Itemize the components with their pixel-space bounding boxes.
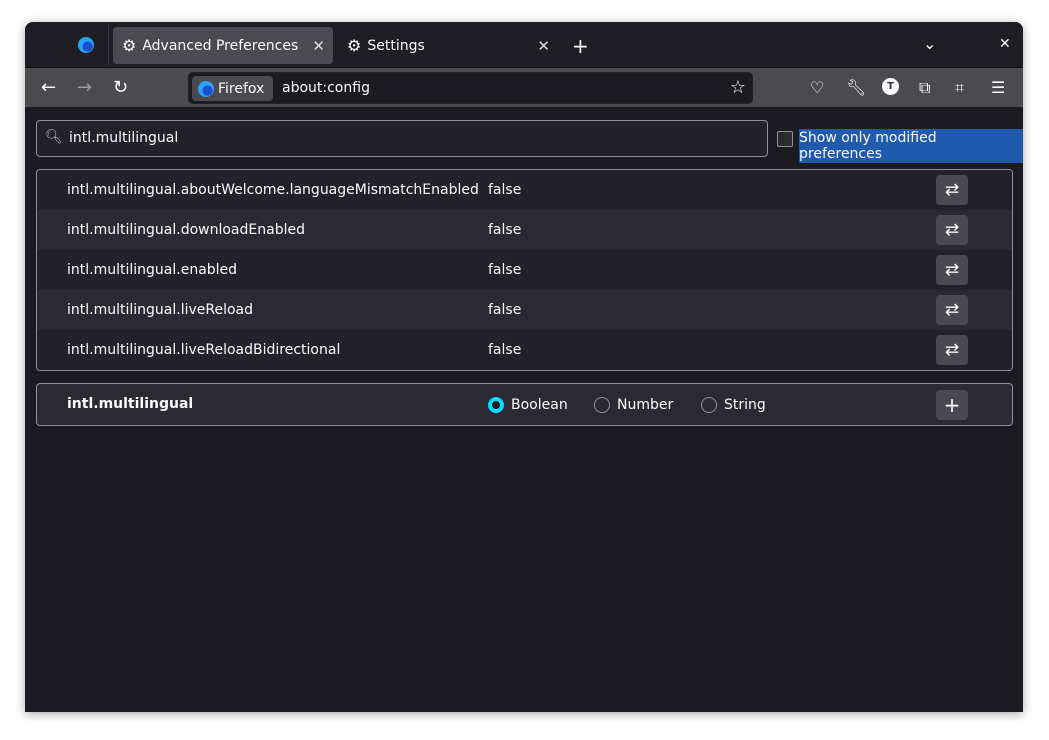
pref-name: intl.multilingual.enabled (67, 262, 238, 278)
extensions-puzzle-icon[interactable]: ⧉ (919, 78, 930, 98)
browser-window: ⚙ Advanced Preferences ✕ ⚙ Settings ✕ + … (25, 22, 1023, 712)
close-tab-icon[interactable]: ✕ (312, 37, 325, 55)
pref-value: false (488, 182, 522, 198)
pocket-icon[interactable]: ♡ (810, 78, 824, 97)
firefox-logo-icon (198, 80, 214, 97)
radio-boolean[interactable]: Boolean (488, 397, 568, 413)
radio-label: Boolean (511, 397, 568, 413)
toggle-button[interactable]: ⇄ (936, 295, 968, 325)
table-row: intl.multilingual.liveReloadBidirectiona… (37, 330, 1012, 370)
radio-number[interactable]: Number (594, 397, 673, 413)
table-row: intl.multilingual.aboutWelcome.languageM… (37, 170, 1012, 210)
radio-string[interactable]: String (701, 397, 766, 413)
firefox-logo-icon (78, 37, 94, 53)
wrench-icon[interactable]: 🔧︎ (846, 78, 866, 97)
search-input[interactable]: 🔍︎ intl.multilingual (36, 120, 768, 157)
tab-label: Settings (367, 37, 425, 54)
tab-label: Advanced Preferences (142, 37, 299, 54)
toggle-button[interactable]: ⇄ (936, 175, 968, 205)
pref-name: intl.multilingual.liveReloadBidirectiona… (67, 342, 341, 358)
show-modified-checkbox[interactable] (777, 131, 793, 147)
radio-label: Number (617, 397, 674, 413)
toggle-button[interactable]: ⇄ (936, 255, 968, 285)
pref-name: intl.multilingual.downloadEnabled (67, 222, 305, 238)
gear-icon: ⚙ (347, 36, 362, 55)
pref-value: false (488, 222, 522, 238)
tab-advanced-preferences[interactable]: ⚙ Advanced Preferences ✕ (113, 27, 333, 64)
gear-icon: ⚙ (122, 36, 137, 55)
toggle-button[interactable]: ⇄ (936, 215, 968, 245)
pref-value: false (488, 262, 522, 278)
url-bar[interactable]: Firefox about:config ☆ (188, 72, 753, 104)
search-value: intl.multilingual (69, 130, 179, 146)
divider (108, 25, 109, 65)
account-avatar[interactable]: T (882, 78, 899, 95)
reload-button[interactable]: ↻ (113, 77, 128, 98)
toggle-button[interactable]: ⇄ (936, 335, 968, 365)
screenshot-crop-icon[interactable]: ⌗ (955, 78, 964, 98)
radio-circle[interactable] (488, 397, 504, 413)
nav-toolbar: ← → ↻ Firefox about:config ☆ ♡ 🔧︎ T ⧉ ⌗ … (25, 67, 1023, 107)
table-row: intl.multilingual.enabled false ⇄ (37, 250, 1012, 290)
tab-bar: ⚙ Advanced Preferences ✕ ⚙ Settings ✕ + … (25, 22, 1023, 67)
identity-box[interactable]: Firefox (192, 76, 273, 101)
back-button[interactable]: ← (41, 77, 56, 98)
search-icon: 🔍︎ (45, 129, 63, 145)
pref-name: intl.multilingual.aboutWelcome.languageM… (67, 182, 479, 198)
url-text[interactable]: about:config (282, 80, 370, 96)
chevron-down-icon[interactable]: ⌄ (923, 34, 936, 53)
new-pref-name: intl.multilingual (67, 396, 194, 412)
bookmark-star-icon[interactable]: ☆ (730, 77, 746, 98)
add-button[interactable]: + (936, 390, 968, 420)
add-preference-row: intl.multilingual Boolean Number String … (36, 383, 1013, 426)
radio-circle[interactable] (701, 397, 717, 413)
pref-name: intl.multilingual.liveReload (67, 302, 254, 318)
preferences-table: intl.multilingual.aboutWelcome.languageM… (36, 169, 1013, 371)
identity-label: Firefox (218, 80, 265, 97)
menu-hamburger-icon[interactable]: ☰ (991, 78, 1005, 97)
show-modified-label[interactable]: Show only modified preferences (799, 129, 1023, 163)
pref-value: false (488, 342, 522, 358)
pref-value: false (488, 302, 522, 318)
table-row: intl.multilingual.downloadEnabled false ⇄ (37, 210, 1012, 250)
forward-button[interactable]: → (77, 77, 92, 98)
table-row: intl.multilingual.liveReload false ⇄ (37, 290, 1012, 330)
radio-circle[interactable] (594, 397, 610, 413)
close-window-button[interactable]: ✕ (999, 36, 1011, 52)
close-tab-icon[interactable]: ✕ (537, 37, 550, 55)
new-tab-button[interactable]: + (572, 34, 589, 58)
tab-settings[interactable]: ⚙ Settings ✕ (338, 27, 558, 64)
radio-label: String (724, 397, 766, 413)
